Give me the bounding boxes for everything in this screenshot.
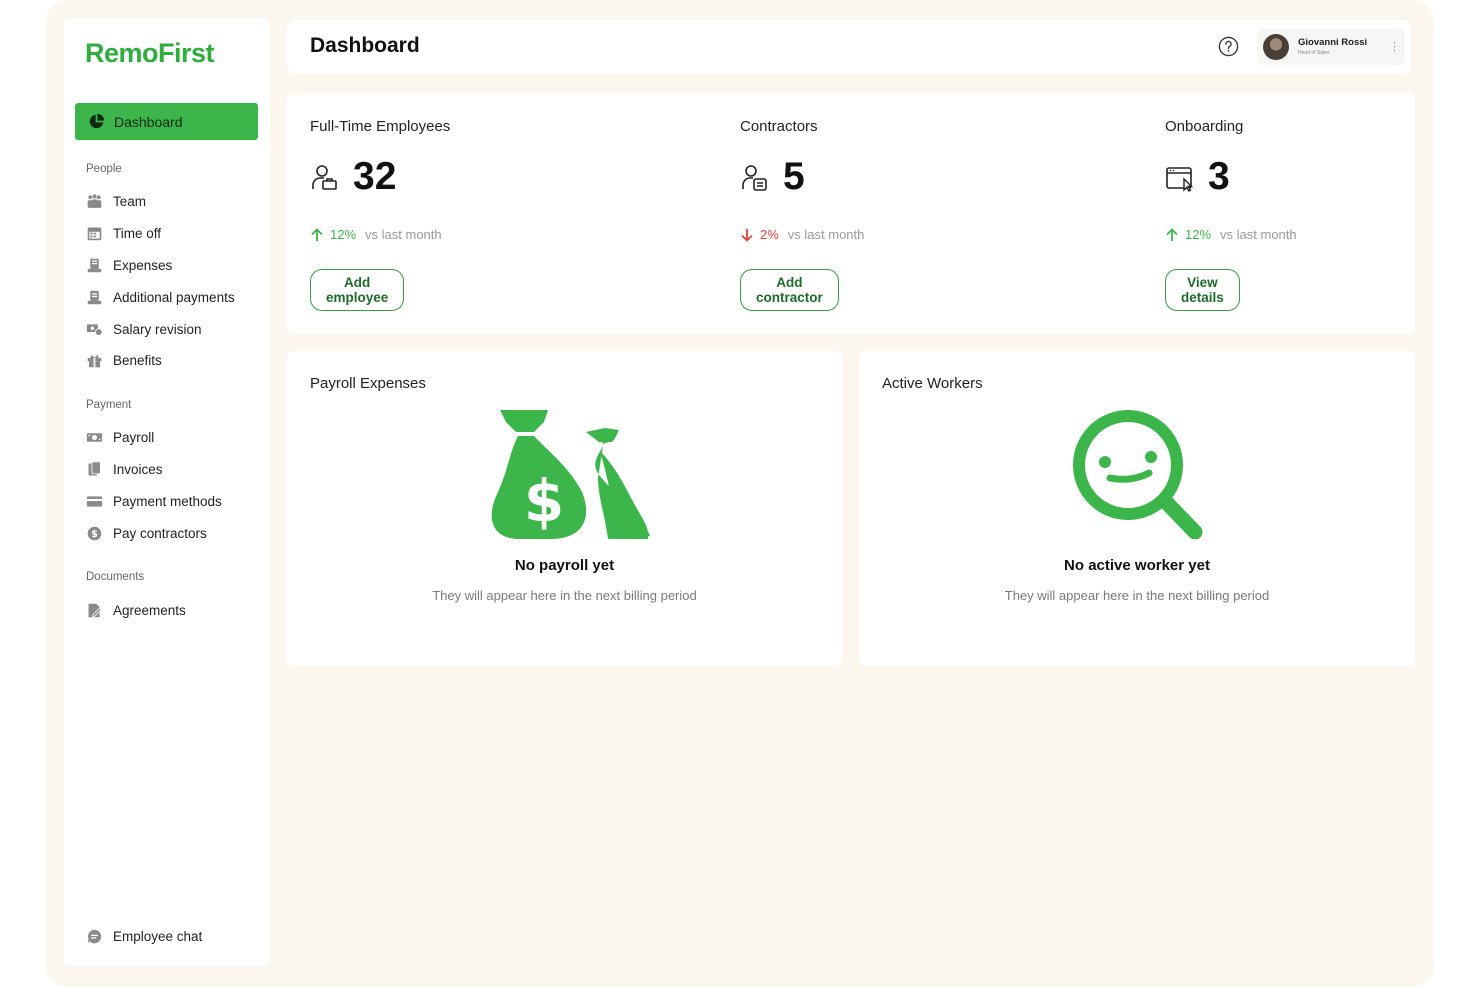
trend-compare: vs last month: [1220, 227, 1297, 242]
expenses-icon: [87, 258, 102, 272]
sidebar-item-label: Benefits: [113, 352, 162, 368]
section-title-payment: Payment: [86, 399, 132, 411]
arrow-up-icon: [1166, 227, 1178, 241]
sidebar: RemoFirst Dashboard People Team Time off…: [64, 18, 270, 966]
arrow-up-icon: [311, 227, 323, 241]
avatar: [1263, 34, 1289, 60]
empty-state-subtitle: They will appear here in the next billin…: [432, 588, 697, 603]
section-title-documents: Documents: [86, 571, 145, 583]
stat-label: Onboarding: [1165, 118, 1244, 135]
employee-icon: [312, 165, 337, 190]
gift-icon: [87, 354, 102, 367]
additional-payments-icon: [87, 290, 102, 304]
svg-text:$: $: [524, 467, 564, 535]
stat-trend: 2% vs last month: [740, 227, 864, 242]
sidebar-item-salary-revision[interactable]: Salary revision: [86, 318, 202, 340]
payroll-expenses-panel: Payroll Expenses $ No payroll yet They w…: [287, 351, 842, 666]
top-bar: Dashboard Giovanni Rossi Head of Sales ⋮: [287, 20, 1411, 74]
user-role: Head of Sales: [1298, 50, 1330, 56]
sidebar-item-time-off[interactable]: Time off: [86, 222, 161, 244]
onboarding-window-icon: [1166, 167, 1194, 192]
money-bags-icon: $: [491, 410, 650, 539]
sidebar-item-employee-chat[interactable]: Employee chat: [86, 925, 202, 947]
stat-value: 5: [783, 155, 805, 198]
sidebar-item-invoices[interactable]: Invoices: [86, 458, 163, 480]
sidebar-item-payment-methods[interactable]: Payment methods: [86, 490, 222, 512]
sidebar-item-additional-payments[interactable]: Additional payments: [86, 286, 235, 308]
sidebar-item-benefits[interactable]: Benefits: [86, 349, 162, 371]
sidebar-item-agreements[interactable]: Agreements: [86, 599, 186, 621]
smiley-magnifier-icon: [1073, 410, 1203, 539]
sidebar-item-label: Invoices: [113, 461, 163, 477]
chat-icon: [87, 929, 102, 943]
sidebar-item-label: Agreements: [113, 602, 186, 618]
sidebar-item-label: Team: [113, 193, 147, 209]
add-contractor-button[interactable]: Add contractor: [740, 269, 839, 311]
stat-trend: 12% vs last month: [1165, 227, 1297, 242]
salary-revision-icon: [86, 323, 103, 336]
empty-state-title: No active worker yet: [1064, 557, 1210, 574]
sidebar-item-label: Employee chat: [113, 928, 203, 944]
sidebar-item-pay-contractors[interactable]: $ Pay contractors: [86, 522, 207, 544]
pie-chart-icon: [89, 113, 105, 129]
brand-logo[interactable]: RemoFirst: [85, 38, 215, 69]
sidebar-item-label: Time off: [113, 225, 162, 241]
active-workers-panel: Active Workers No active worker yet They…: [859, 351, 1415, 666]
credit-card-icon: [86, 495, 103, 507]
trend-compare: vs last month: [787, 227, 865, 242]
arrow-down-icon: [741, 228, 753, 242]
page-title: Dashboard: [310, 34, 420, 57]
calendar-icon: [87, 227, 102, 240]
help-icon[interactable]: [1218, 36, 1239, 57]
invoice-icon: [88, 460, 101, 475]
sidebar-item-label: Pay contractors: [113, 525, 207, 541]
trend-percent: 12%: [1185, 227, 1212, 242]
user-name: Giovanni Rossi: [1298, 37, 1368, 48]
section-title-people: People: [86, 163, 122, 175]
stat-value: 3: [1208, 155, 1230, 198]
dollar-coin-icon: $: [87, 526, 102, 540]
sidebar-item-label: Payroll: [113, 429, 155, 445]
stat-value: 32: [353, 155, 397, 198]
empty-state-subtitle: They will appear here in the next billin…: [1004, 588, 1270, 603]
svg-text:$: $: [91, 528, 98, 539]
agreement-icon: [88, 603, 102, 617]
panel-title: Active Workers: [882, 375, 983, 392]
trend-percent: 2%: [760, 227, 779, 242]
add-employee-button[interactable]: Add employee: [310, 269, 405, 311]
contractor-icon: [742, 165, 767, 191]
trend-compare: vs last month: [365, 227, 442, 242]
team-icon: [87, 193, 102, 208]
empty-state-title: No payroll yet: [514, 557, 615, 574]
sidebar-item-label: Additional payments: [113, 289, 235, 305]
sidebar-item-team[interactable]: Team: [86, 190, 146, 212]
stats-card: Full-Time Employees 32 12% vs last month…: [287, 93, 1415, 334]
sidebar-item-expenses[interactable]: Expenses: [86, 254, 172, 276]
sidebar-item-label: Dashboard: [114, 113, 183, 130]
sidebar-item-dashboard[interactable]: Dashboard: [75, 103, 258, 140]
sidebar-item-label: Expenses: [113, 257, 173, 273]
kebab-menu-icon[interactable]: ⋮: [1389, 40, 1400, 53]
sidebar-item-label: Salary revision: [113, 321, 202, 337]
user-menu[interactable]: Giovanni Rossi Head of Sales ⋮: [1257, 29, 1405, 65]
stat-trend: 12% vs last month: [310, 227, 442, 242]
sidebar-item-payroll[interactable]: Payroll: [86, 426, 154, 448]
sidebar-item-label: Payment methods: [113, 493, 222, 509]
panel-title: Payroll Expenses: [310, 375, 426, 392]
cash-icon: [86, 432, 103, 442]
trend-percent: 12%: [330, 227, 357, 242]
stat-label: Full-Time Employees: [310, 118, 451, 135]
view-details-button[interactable]: View details: [1165, 269, 1240, 311]
stat-label: Contractors: [740, 118, 818, 135]
